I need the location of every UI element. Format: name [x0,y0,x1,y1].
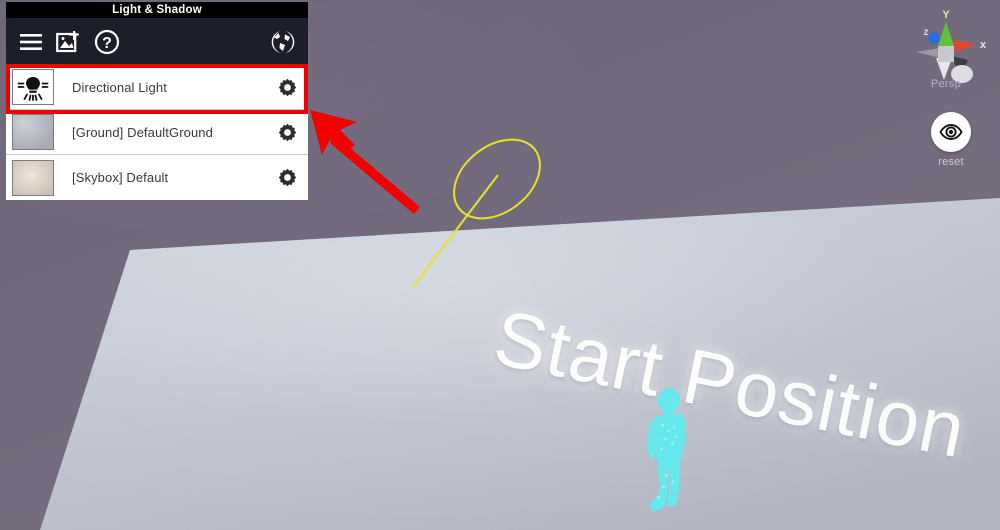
row-thumbnail [12,159,54,196]
gear-icon [278,168,296,187]
settings-gear-button[interactable] [274,74,300,100]
ground-texture-preview [13,115,53,149]
reset-button[interactable] [931,112,971,152]
light-and-shadow-panel: Light & Shadow ? Directional Light [Grou… [6,2,308,200]
settings-gear-button[interactable] [274,119,300,145]
gizmo-projection-label: Persp [930,78,962,90]
settings-gear-button[interactable] [274,165,300,191]
list-item-label: [Ground] DefaultGround [72,124,213,140]
list-item-label: Directional Light [72,79,167,95]
help-icon[interactable]: ? [92,27,122,57]
reset-label: reset [938,156,964,168]
panel-title: Light & Shadow [6,2,308,18]
gizmo-axis-z-label: z [924,27,929,38]
row-thumbnail [12,114,54,150]
scene-object-list: Directional Light [Ground] DefaultGround [6,65,308,200]
globe-glyph [270,28,296,55]
gear-icon [278,123,296,141]
list-item-default-ground[interactable]: [Ground] DefaultGround [6,110,308,155]
list-item-label: [Skybox] Default [72,170,169,185]
question-mark-glyph: ? [94,29,120,54]
globe-icon[interactable] [268,27,298,57]
gear-icon [278,78,296,96]
row-thumbnail [12,69,54,105]
reset-control[interactable]: reset [920,112,982,168]
eye-icon [939,124,963,140]
gizmo-axis-x-label: x [980,39,987,51]
list-item-directional-light[interactable]: Directional Light [6,65,308,110]
list-item-default-skybox[interactable]: [Skybox] Default [6,155,308,200]
ground-grain [40,198,1000,530]
add-image-glyph [56,30,79,52]
app-window: Start Position Y x z Persp reset Light &… [0,0,1000,530]
skybox-texture-preview [13,160,53,195]
menu-icon[interactable] [16,27,46,57]
gizmo-axis-y-label: Y [942,9,950,21]
light-bulb-icon [17,77,49,101]
add-image-icon[interactable] [54,27,84,57]
hamburger-glyph [20,33,42,50]
svg-text:?: ? [102,35,112,52]
panel-toolbar: ? [6,18,308,65]
